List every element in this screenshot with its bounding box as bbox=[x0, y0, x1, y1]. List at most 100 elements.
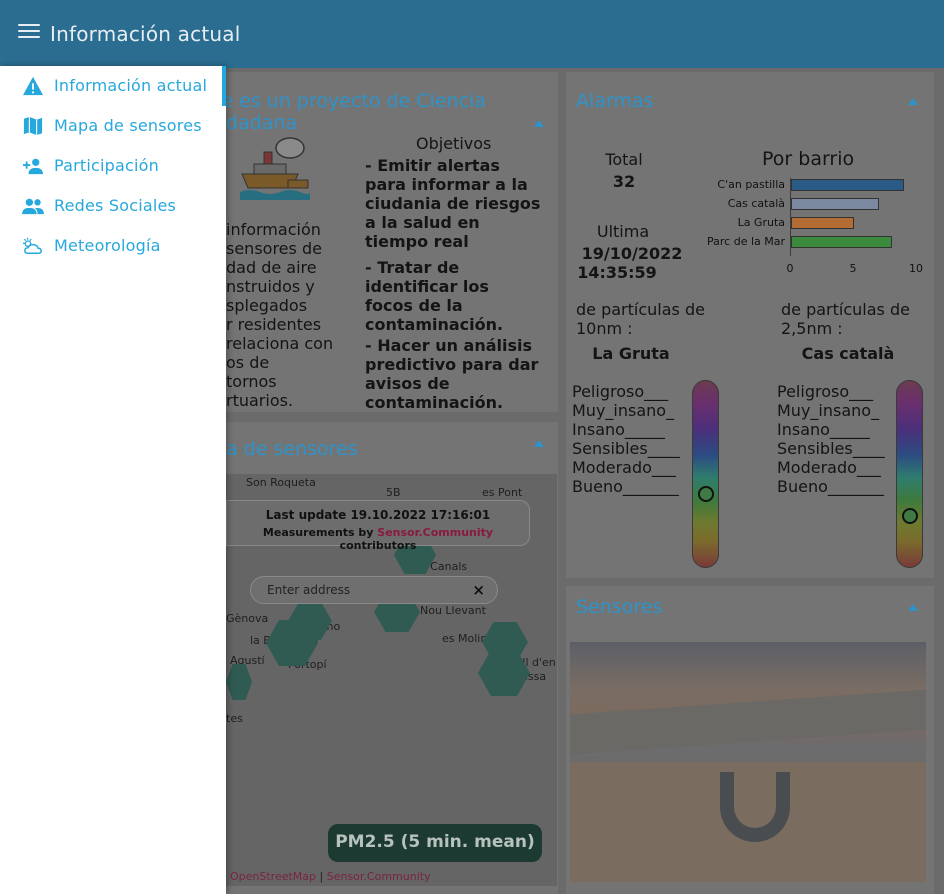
description-line: nstruidos y bbox=[226, 277, 315, 296]
gauge-25nm-marker bbox=[902, 508, 918, 525]
partly-cloudy-icon bbox=[22, 236, 44, 256]
pm25-indicator[interactable]: PM2.5 (5 min. mean) bbox=[328, 824, 542, 862]
alarms-card: Alarmas Total 32 Ultima 19/10/2022 14:35… bbox=[566, 72, 934, 578]
gauge-level-label: Moderado___ bbox=[777, 458, 881, 477]
objective-line: para informar a la bbox=[365, 175, 528, 194]
chart-bar-row: Parc de la Mar bbox=[699, 233, 919, 251]
people-icon bbox=[22, 196, 44, 216]
description-line: os de bbox=[226, 353, 270, 372]
gauge-10nm-levels: Peligroso___ Muy_insano_ Insano_____ Sensib… bbox=[572, 382, 680, 496]
chart-plot-area: C'an pastilla Cas català La Gruta Parc de l… bbox=[707, 178, 916, 256]
ship-icon bbox=[240, 137, 310, 200]
chart-bar[interactable] bbox=[791, 236, 892, 248]
chart-x-axis: 0 5 10 bbox=[786, 262, 924, 276]
sensors-card: Sensores bbox=[566, 586, 934, 894]
drawer-item-redes-sociales[interactable]: Redes Sociales bbox=[0, 186, 222, 226]
objective-line: identificar los bbox=[365, 277, 489, 296]
description-line: tornos bbox=[226, 372, 277, 391]
gauge-10nm-bar bbox=[692, 380, 719, 568]
objectives-title: Objetivos bbox=[416, 134, 492, 153]
chart-bar[interactable] bbox=[791, 179, 905, 191]
gauge-10nm-header: de partículas de 10nm : La Gruta bbox=[576, 300, 705, 363]
objective-line: predictivo para dar bbox=[365, 355, 539, 374]
description-line: rtuarios. bbox=[226, 391, 294, 410]
collapse-caret-icon[interactable] bbox=[534, 440, 544, 447]
gauge-level-label: Peligroso___ bbox=[777, 382, 874, 401]
openstreetmap-link[interactable]: OpenStreetMap bbox=[230, 870, 316, 883]
chart-category-label: Parc de la Mar bbox=[707, 235, 785, 248]
description-line: dad de aire bbox=[226, 258, 317, 277]
objective-line: contaminación. bbox=[365, 393, 504, 412]
collapse-caret-icon[interactable] bbox=[534, 120, 544, 127]
map-card-title: pa de sensores bbox=[214, 438, 358, 460]
objective-line: - Tratar de bbox=[365, 258, 460, 277]
drawer-item-informaci-n-actual[interactable]: Información actual bbox=[0, 66, 222, 106]
project-description: información sensores de dad de aire nstruid… bbox=[226, 220, 346, 410]
objective-item: - Emitir alertas para informar a la ciudan… bbox=[365, 156, 550, 251]
description-line: información bbox=[226, 220, 321, 239]
objective-line: focos de la bbox=[365, 296, 463, 315]
project-card: te es un proyecto de Ciencia udadana inf… bbox=[214, 72, 558, 412]
description-line: relaciona con bbox=[226, 334, 334, 353]
objective-line: - Hacer un análisis bbox=[365, 336, 533, 355]
chart-x-tick: 0 bbox=[786, 262, 794, 275]
gauge-25nm-bar bbox=[896, 380, 923, 568]
chart-x-tick: 10 bbox=[909, 262, 923, 275]
drawer-item-label: Participación bbox=[54, 156, 160, 175]
collapse-caret-icon[interactable] bbox=[908, 604, 918, 611]
map-place-label: Son Roqueta bbox=[246, 476, 316, 489]
chart-category-label: La Gruta bbox=[737, 216, 785, 229]
gauge-10nm-marker bbox=[698, 485, 714, 502]
objective-item: - Hacer un análisis predictivo para dar av… bbox=[365, 336, 550, 412]
gauge-25nm-station: Cas català bbox=[801, 344, 895, 363]
app-bar: Información actual bbox=[0, 0, 944, 68]
map-icon bbox=[22, 116, 44, 136]
sensors-card-title: Sensores bbox=[576, 596, 663, 618]
objective-line: a la salud en bbox=[365, 213, 480, 232]
gauge-10nm-station: La Gruta bbox=[592, 344, 670, 363]
drawer-item-participaci-n[interactable]: Participación bbox=[0, 146, 222, 186]
address-search-input[interactable]: Enter address × bbox=[250, 576, 498, 604]
gauge-level-label: Peligroso___ bbox=[572, 382, 669, 401]
drawer-item-label: Meteorología bbox=[54, 236, 161, 255]
gauge-level-label: Insano_____ bbox=[777, 420, 870, 439]
description-line: splegados bbox=[226, 296, 308, 315]
sensor-map-card: pa de sensores tesRabassaes Coll d'enPor… bbox=[214, 422, 558, 894]
sensor-map[interactable]: tesRabassaes Coll d'enPortopíAgustíes Mo… bbox=[226, 474, 557, 886]
total-label: Total bbox=[605, 150, 643, 169]
gauge-25nm-header: de partículas de 2,5nm : Cas català bbox=[781, 300, 944, 363]
sensor-community-attribution-link[interactable]: Sensor.Community bbox=[327, 870, 431, 883]
page-title: Información actual bbox=[50, 22, 241, 46]
map-place-label: Nou Llevant bbox=[420, 604, 486, 617]
drawer-item-label: Información actual bbox=[54, 76, 208, 95]
map-place-label: tes bbox=[226, 712, 243, 725]
sensor-community-link[interactable]: Sensor.Community bbox=[377, 526, 493, 539]
chart-bar[interactable] bbox=[791, 198, 880, 210]
gauge-level-label: Muy_insano_ bbox=[777, 401, 880, 420]
gauge-level-label: Muy_insano_ bbox=[572, 401, 675, 420]
objective-line: tiempo real bbox=[365, 232, 469, 251]
drawer-item-label: Redes Sociales bbox=[54, 196, 177, 215]
gauge-level-label: Bueno_______ bbox=[572, 477, 679, 496]
objective-line: avisos de bbox=[365, 374, 450, 393]
chart-category-label: C'an pastilla bbox=[717, 178, 785, 191]
gauge-level-label: Insano_____ bbox=[572, 420, 665, 439]
menu-icon[interactable] bbox=[18, 24, 40, 44]
objective-line: - Emitir alertas bbox=[365, 156, 500, 175]
collapse-caret-icon[interactable] bbox=[908, 98, 918, 105]
gauge-level-label: Bueno_______ bbox=[777, 477, 884, 496]
last-alarm-date: 19/10/2022 bbox=[581, 244, 683, 263]
project-card-title: te es un proyecto de Ciencia udadana bbox=[214, 90, 486, 134]
description-line: r residentes bbox=[226, 315, 322, 334]
drawer-item-mapa-de-sensores[interactable]: Mapa de sensores bbox=[0, 106, 222, 146]
chart-bar[interactable] bbox=[791, 217, 854, 229]
objective-item: - Tratar de identificar los focos de la con… bbox=[365, 258, 550, 334]
chart-title: Por barrio bbox=[762, 148, 855, 170]
description-line: sensores de bbox=[226, 239, 322, 258]
chart-bar-row: La Gruta bbox=[699, 214, 919, 232]
map-update-info: Last update 19.10.2022 17:16:01 Measurem… bbox=[226, 500, 530, 552]
drawer-item-meteorolog-a[interactable]: Meteorología bbox=[0, 226, 222, 266]
clear-address-button[interactable]: × bbox=[472, 581, 485, 599]
alarms-card-title: Alarmas bbox=[576, 90, 654, 112]
sensor-hexagon[interactable] bbox=[226, 664, 252, 700]
